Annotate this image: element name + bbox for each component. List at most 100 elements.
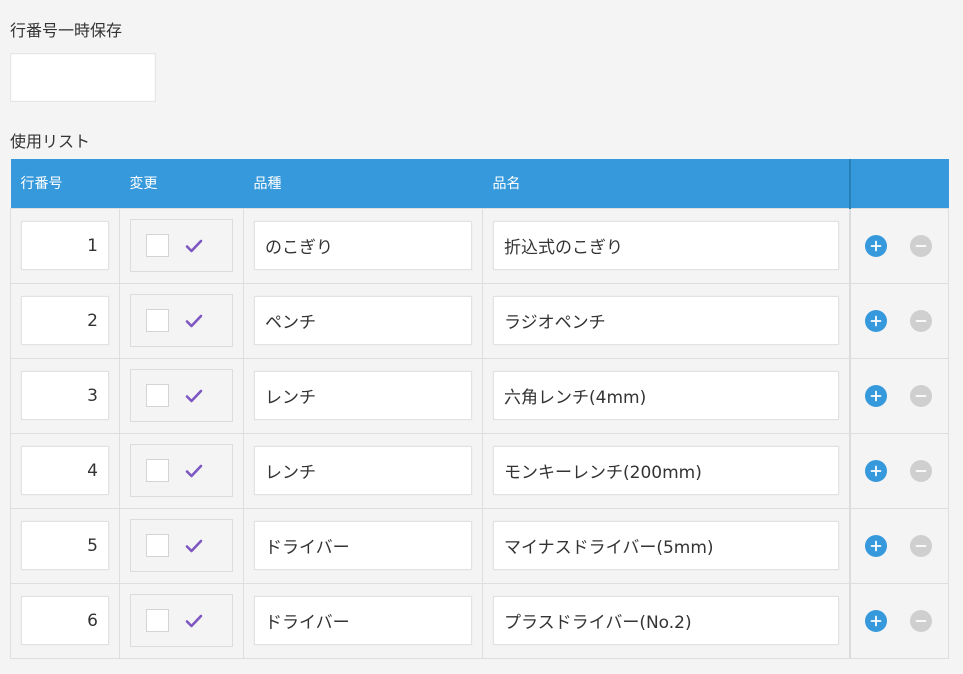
remove-row-button[interactable]: [909, 234, 932, 257]
type-cell: ペンチ: [243, 282, 483, 359]
add-row-button[interactable]: [864, 609, 887, 632]
name-input[interactable]: 折込式のこぎり: [493, 221, 839, 270]
name-input[interactable]: 六角レンチ(4mm): [493, 371, 839, 420]
check-icon: [185, 464, 203, 478]
change-checkbox[interactable]: [146, 609, 169, 632]
table-row: 1 のこぎり 折込式のこぎり: [10, 207, 949, 284]
add-row-button[interactable]: [864, 234, 887, 257]
add-row-button[interactable]: [864, 309, 887, 332]
type-input[interactable]: レンチ: [254, 446, 472, 495]
check-icon: [185, 614, 203, 628]
remove-row-button[interactable]: [909, 534, 932, 557]
row-no-cell: 2: [10, 282, 120, 359]
remove-row-button[interactable]: [909, 384, 932, 407]
actions-cell: [848, 432, 949, 509]
temp-save-label: 行番号一時保存: [10, 21, 123, 40]
check-icon: [185, 539, 203, 553]
actions-cell: [848, 207, 949, 284]
col-header-name: 品名: [482, 159, 850, 208]
type-input[interactable]: ペンチ: [254, 296, 472, 345]
remove-row-button[interactable]: [909, 459, 932, 482]
check-icon: [185, 314, 203, 328]
type-cell: レンチ: [243, 432, 483, 509]
name-cell: 六角レンチ(4mm): [482, 357, 850, 434]
actions-cell: [848, 357, 949, 434]
use-list-label: 使用リスト: [10, 132, 91, 151]
name-input[interactable]: モンキーレンチ(200mm): [493, 446, 839, 495]
row-no-cell: 1: [10, 207, 120, 284]
change-cell: [119, 582, 244, 659]
minus-circle-icon: [915, 319, 926, 322]
actions-cell: [848, 582, 949, 659]
minus-circle-icon: [915, 619, 926, 622]
plus-circle-icon: [870, 315, 881, 326]
type-cell: のこぎり: [243, 207, 483, 284]
add-row-button[interactable]: [864, 384, 887, 407]
plus-circle-icon: [870, 240, 881, 251]
table-row: 5 ドライバー マイナスドライバー(5mm): [10, 507, 949, 584]
table-row: 3 レンチ 六角レンチ(4mm): [10, 357, 949, 434]
minus-circle-icon: [915, 469, 926, 472]
row-no-input[interactable]: 6: [21, 596, 109, 645]
plus-circle-icon: [870, 390, 881, 401]
row-no-cell: 5: [10, 507, 120, 584]
remove-row-button[interactable]: [909, 609, 932, 632]
change-checkbox[interactable]: [146, 459, 169, 482]
change-group: [130, 294, 233, 347]
name-cell: 折込式のこぎり: [482, 207, 850, 284]
col-header-type: 品種: [243, 159, 483, 208]
name-input[interactable]: ラジオペンチ: [493, 296, 839, 345]
name-cell: プラスドライバー(No.2): [482, 582, 850, 659]
type-input[interactable]: ドライバー: [254, 521, 472, 570]
actions-cell: [848, 282, 949, 359]
plus-circle-icon: [870, 465, 881, 476]
name-cell: ラジオペンチ: [482, 282, 850, 359]
change-group: [130, 444, 233, 497]
row-no-input[interactable]: 4: [21, 446, 109, 495]
col-header-actions: [848, 159, 949, 208]
table-row: 4 レンチ モンキーレンチ(200mm): [10, 432, 949, 509]
name-cell: モンキーレンチ(200mm): [482, 432, 850, 509]
change-checkbox[interactable]: [146, 309, 169, 332]
change-checkbox[interactable]: [146, 534, 169, 557]
minus-circle-icon: [915, 394, 926, 397]
change-cell: [119, 357, 244, 434]
plus-circle-icon: [870, 615, 881, 626]
type-cell: ドライバー: [243, 507, 483, 584]
temp-save-input[interactable]: [10, 53, 156, 102]
row-no-input[interactable]: 5: [21, 521, 109, 570]
type-cell: レンチ: [243, 357, 483, 434]
use-list-table: 行番号 変更 品種 品名 1 のこぎり 折込式のこぎり 2 ペンチ ラジオペンチ…: [10, 159, 949, 659]
table-body: 1 のこぎり 折込式のこぎり 2 ペンチ ラジオペンチ 3 レンチ 六角レンチ(…: [10, 207, 949, 659]
change-cell: [119, 507, 244, 584]
add-row-button[interactable]: [864, 459, 887, 482]
actions-cell: [848, 507, 949, 584]
type-input[interactable]: のこぎり: [254, 221, 472, 270]
check-icon: [185, 239, 203, 253]
name-input[interactable]: マイナスドライバー(5mm): [493, 521, 839, 570]
table-row: 6 ドライバー プラスドライバー(No.2): [10, 582, 949, 659]
name-input[interactable]: プラスドライバー(No.2): [493, 596, 839, 645]
name-cell: マイナスドライバー(5mm): [482, 507, 850, 584]
row-no-input[interactable]: 3: [21, 371, 109, 420]
change-group: [130, 594, 233, 647]
col-header-row-no: 行番号: [10, 159, 120, 208]
remove-row-button[interactable]: [909, 309, 932, 332]
check-icon: [185, 389, 203, 403]
change-checkbox[interactable]: [146, 234, 169, 257]
row-no-cell: 3: [10, 357, 120, 434]
type-cell: ドライバー: [243, 582, 483, 659]
change-checkbox[interactable]: [146, 384, 169, 407]
minus-circle-icon: [915, 544, 926, 547]
change-group: [130, 369, 233, 422]
row-no-input[interactable]: 2: [21, 296, 109, 345]
add-row-button[interactable]: [864, 534, 887, 557]
type-input[interactable]: ドライバー: [254, 596, 472, 645]
change-cell: [119, 282, 244, 359]
change-group: [130, 219, 233, 272]
row-no-input[interactable]: 1: [21, 221, 109, 270]
table-header-row: 行番号 変更 品種 品名: [10, 159, 949, 208]
change-cell: [119, 207, 244, 284]
type-input[interactable]: レンチ: [254, 371, 472, 420]
col-header-change: 変更: [119, 159, 244, 208]
